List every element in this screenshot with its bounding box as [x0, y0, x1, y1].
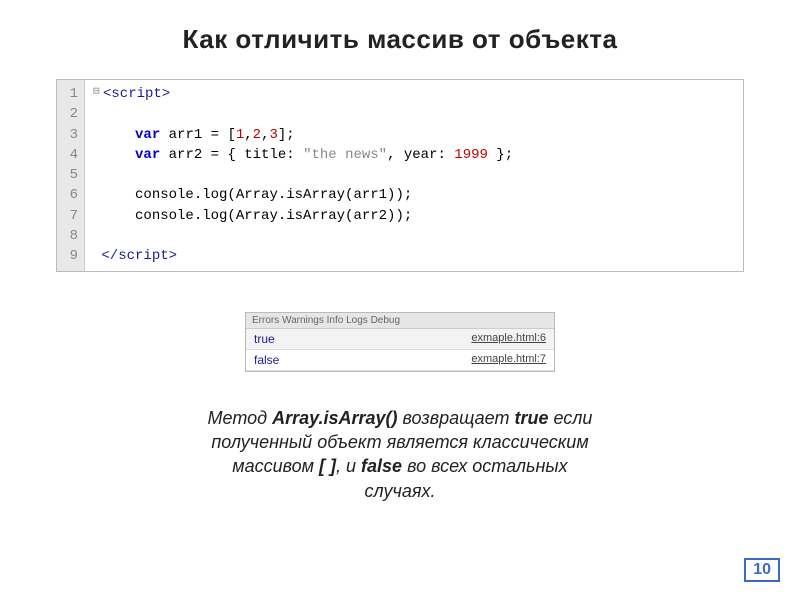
- code-token: , year:: [387, 147, 454, 163]
- line-number: 6: [67, 185, 78, 205]
- code-block: 1 2 3 4 5 6 7 8 9 ⊟<script> var arr1 = […: [56, 79, 744, 272]
- code-token: console.log(Array.isArray(arr2));: [135, 208, 412, 224]
- console-row: false exmaple.html:7: [246, 350, 554, 371]
- console-source: exmaple.html:7: [471, 353, 546, 367]
- code-token: ];: [278, 127, 295, 143]
- code-token: };: [488, 147, 513, 163]
- code-token: ,: [244, 127, 252, 143]
- text-bold: false: [361, 456, 402, 476]
- console-value: true: [254, 332, 275, 346]
- line-number: 4: [67, 145, 78, 165]
- text: Метод: [208, 408, 273, 428]
- line-number: 1: [67, 84, 78, 104]
- text-bold: true: [514, 408, 548, 428]
- text-bold: Array.isArray(): [272, 408, 397, 428]
- code-token: console.log(Array.isArray(arr1));: [135, 187, 412, 203]
- console-source: exmaple.html:6: [471, 332, 546, 346]
- code-token: 2: [253, 127, 261, 143]
- console-row: true exmaple.html:6: [246, 329, 554, 350]
- text-bold: [ ]: [319, 456, 336, 476]
- text: , и: [336, 456, 361, 476]
- line-gutter: 1 2 3 4 5 6 7 8 9: [57, 80, 85, 271]
- text: во всех остальных: [402, 456, 568, 476]
- text: массивом: [232, 456, 319, 476]
- text: если: [548, 408, 592, 428]
- console-value: false: [254, 353, 279, 367]
- line-number: 2: [67, 104, 78, 124]
- console-output: Errors Warnings Info Logs Debug true exm…: [245, 312, 555, 372]
- code-token: 1: [236, 127, 244, 143]
- line-number: 3: [67, 125, 78, 145]
- fold-icon: ⊟: [93, 85, 103, 101]
- line-number: 5: [67, 165, 78, 185]
- console-header: Errors Warnings Info Logs Debug: [246, 313, 554, 329]
- line-number: 8: [67, 226, 78, 246]
- code-content: ⊟<script> var arr1 = [1,2,3]; var arr2 =…: [85, 80, 521, 271]
- line-number: 9: [67, 246, 78, 266]
- code-token: var: [135, 147, 160, 163]
- page-number: 10: [744, 558, 780, 582]
- slide-title: Как отличить массив от объекта: [0, 0, 800, 71]
- line-number: 7: [67, 206, 78, 226]
- explanation-text: Метод Array.isArray() возвращает true ес…: [60, 406, 740, 503]
- code-token: </script>: [101, 248, 177, 264]
- code-token: 3: [269, 127, 277, 143]
- code-token: arr2 = { title:: [160, 147, 303, 163]
- text: полученный объект является классическим: [211, 432, 588, 452]
- text: возвращает: [398, 408, 515, 428]
- code-token: var: [135, 127, 160, 143]
- code-token: "the news": [303, 147, 387, 163]
- code-token: 1999: [454, 147, 488, 163]
- code-token: <script>: [103, 86, 170, 102]
- code-token: arr1 = [: [160, 127, 236, 143]
- text: случаях.: [365, 481, 436, 501]
